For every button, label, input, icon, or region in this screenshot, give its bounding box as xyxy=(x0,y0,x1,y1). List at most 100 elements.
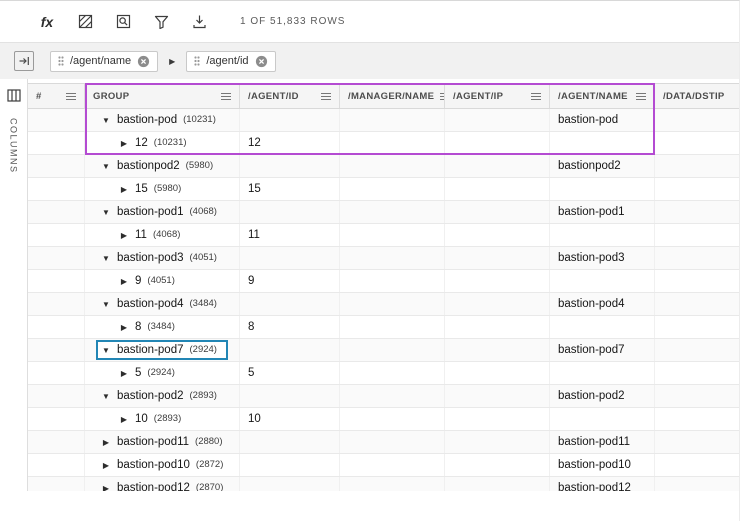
panel-toggle-button[interactable] xyxy=(14,51,34,71)
group-cell[interactable]: ▼ bastion-pod (10231) xyxy=(85,109,240,131)
filter-icon[interactable] xyxy=(152,13,170,31)
table-row[interactable]: ▶ bastion-pod11 (2880) bastion-pod11 xyxy=(28,431,739,454)
column-header-manager-name[interactable]: /MANAGER/NAME xyxy=(340,84,445,108)
expand-arrow-icon[interactable]: ▼ xyxy=(101,208,111,217)
expand-arrow-icon[interactable]: ▶ xyxy=(119,139,129,148)
expand-arrow-icon[interactable]: ▶ xyxy=(119,369,129,378)
function-icon[interactable]: fx xyxy=(38,13,56,31)
table-row[interactable]: ▼ bastion-pod2 (2893) bastion-pod2 xyxy=(28,385,739,408)
expand-arrow-icon[interactable]: ▶ xyxy=(119,323,129,332)
agent-name-cell: bastion-pod11 xyxy=(550,431,655,453)
agent-name-cell xyxy=(550,408,655,430)
group-cell[interactable]: ▶ 15 (5980) xyxy=(85,178,240,200)
data-grid-app: fx 1 OF 51,833 ROWS /agent/name ▶ /agent… xyxy=(0,0,740,521)
group-cell[interactable]: ▼ bastion-pod2 (2893) xyxy=(85,385,240,407)
column-header-agent-ip[interactable]: /AGENT/IP xyxy=(445,84,550,108)
group-cell[interactable]: ▶ 8 (3484) xyxy=(85,316,240,338)
column-menu-icon[interactable] xyxy=(221,92,231,101)
table-row[interactable]: ▶ bastion-pod12 (2870) bastion-pod12 xyxy=(28,477,739,491)
table-row[interactable]: ▶ bastion-pod10 (2872) bastion-pod10 xyxy=(28,454,739,477)
column-menu-icon[interactable] xyxy=(321,92,331,101)
zoom-icon[interactable] xyxy=(114,13,132,31)
table-row[interactable]: ▼ bastionpod2 (5980) bastionpod2 xyxy=(28,155,739,178)
group-cell[interactable]: ▶ 9 (4051) xyxy=(85,270,240,292)
group-cell[interactable]: ▶ 11 (4068) xyxy=(85,224,240,246)
remove-chip-icon[interactable] xyxy=(137,55,150,68)
expand-arrow-icon[interactable]: ▶ xyxy=(101,438,111,447)
agent-ip-cell xyxy=(445,408,550,430)
table-row[interactable]: ▼ bastion-pod3 (4051) bastion-pod3 xyxy=(28,247,739,270)
expand-arrow-icon[interactable]: ▶ xyxy=(119,415,129,424)
expand-arrow-icon[interactable]: ▼ xyxy=(101,162,111,171)
table-row[interactable]: ▼ bastion-pod (10231) bastion-pod xyxy=(28,109,739,132)
data-dstip-cell xyxy=(655,431,739,453)
columns-icon[interactable] xyxy=(6,89,21,102)
drag-handle-icon[interactable] xyxy=(58,56,64,66)
mask-icon[interactable] xyxy=(76,13,94,31)
table-row[interactable]: ▶ 8 (3484) 8 xyxy=(28,316,739,339)
data-dstip-cell xyxy=(655,247,739,269)
column-menu-icon[interactable] xyxy=(531,92,541,101)
expand-arrow-icon[interactable]: ▶ xyxy=(101,461,111,470)
agent-id-cell xyxy=(240,155,340,177)
columns-tab-label[interactable]: COLUMNS xyxy=(9,118,19,174)
group-cell-content: ▶ 5 (2924) xyxy=(116,365,184,381)
download-icon[interactable] xyxy=(190,13,208,31)
group-cell[interactable]: ▼ bastion-pod4 (3484) xyxy=(85,293,240,315)
expand-arrow-icon[interactable]: ▼ xyxy=(101,300,111,309)
group-cell[interactable]: ▼ bastion-pod7 (2924) xyxy=(85,339,240,361)
drag-handle-icon[interactable] xyxy=(194,56,200,66)
table-row[interactable]: ▼ bastion-pod7 (2924) bastion-pod7 xyxy=(28,339,739,362)
column-menu-icon[interactable] xyxy=(66,92,76,101)
group-chip-agent-name[interactable]: /agent/name xyxy=(50,50,159,72)
column-header-data-dstip[interactable]: /DATA/DSTIP xyxy=(655,84,739,108)
group-cell[interactable]: ▼ bastion-pod3 (4051) xyxy=(85,247,240,269)
table-row[interactable]: ▶ 9 (4051) 9 xyxy=(28,270,739,293)
data-dstip-cell xyxy=(655,385,739,407)
group-cell[interactable]: ▶ bastion-pod11 (2880) xyxy=(85,431,240,453)
agent-ip-cell xyxy=(445,362,550,384)
expand-arrow-icon[interactable]: ▼ xyxy=(101,254,111,263)
group-name: 9 xyxy=(135,275,142,287)
column-menu-icon[interactable] xyxy=(636,92,646,101)
expand-arrow-icon[interactable]: ▶ xyxy=(119,231,129,240)
table-row[interactable]: ▶ 10 (2893) 10 xyxy=(28,408,739,431)
expand-arrow-icon[interactable]: ▶ xyxy=(119,277,129,286)
group-name: 8 xyxy=(135,321,142,333)
group-cell[interactable]: ▼ bastionpod2 (5980) xyxy=(85,155,240,177)
column-header-group[interactable]: GROUP xyxy=(85,84,240,108)
row-number-cell xyxy=(28,362,85,384)
table-row[interactable]: ▶ 5 (2924) 5 xyxy=(28,362,739,385)
main-area: COLUMNS # GROUP /AGENT/ID /MANAGER/NAME … xyxy=(0,79,739,491)
table-row[interactable]: ▶ 15 (5980) 15 xyxy=(28,178,739,201)
expand-arrow-icon[interactable]: ▶ xyxy=(119,185,129,194)
table-row[interactable]: ▼ bastion-pod4 (3484) bastion-pod4 xyxy=(28,293,739,316)
manager-name-cell xyxy=(340,270,445,292)
group-cell[interactable]: ▶ bastion-pod10 (2872) xyxy=(85,454,240,476)
remove-chip-icon[interactable] xyxy=(255,55,268,68)
group-cell[interactable]: ▼ bastion-pod1 (4068) xyxy=(85,201,240,223)
agent-name-cell: bastion-pod2 xyxy=(550,385,655,407)
table-row[interactable]: ▶ 12 (10231) 12 xyxy=(28,132,739,155)
chip-label: /agent/id xyxy=(206,55,249,67)
expand-arrow-icon[interactable]: ▼ xyxy=(101,392,111,401)
group-cell-content: ▼ bastion-pod7 (2924) xyxy=(98,342,226,358)
table-row[interactable]: ▼ bastion-pod1 (4068) bastion-pod1 xyxy=(28,201,739,224)
group-cell[interactable]: ▶ bastion-pod12 (2870) xyxy=(85,477,240,491)
column-header-agent-id[interactable]: /AGENT/ID xyxy=(240,84,340,108)
column-header-agent-name[interactable]: /AGENT/NAME xyxy=(550,84,655,108)
row-number-cell xyxy=(28,431,85,453)
group-cell[interactable]: ▶ 5 (2924) xyxy=(85,362,240,384)
expand-arrow-icon[interactable]: ▼ xyxy=(101,116,111,125)
group-cell[interactable]: ▶ 12 (10231) xyxy=(85,132,240,154)
group-cell[interactable]: ▶ 10 (2893) xyxy=(85,408,240,430)
group-name: bastion-pod4 xyxy=(117,298,184,310)
expand-arrow-icon[interactable]: ▶ xyxy=(101,484,111,492)
agent-name-cell: bastion-pod3 xyxy=(550,247,655,269)
data-dstip-cell xyxy=(655,224,739,246)
table-row[interactable]: ▶ 11 (4068) 11 xyxy=(28,224,739,247)
expand-arrow-icon[interactable]: ▼ xyxy=(101,346,111,355)
column-header-row-number[interactable]: # xyxy=(28,84,85,108)
group-chip-agent-id[interactable]: /agent/id xyxy=(186,50,276,72)
agent-name-cell xyxy=(550,270,655,292)
